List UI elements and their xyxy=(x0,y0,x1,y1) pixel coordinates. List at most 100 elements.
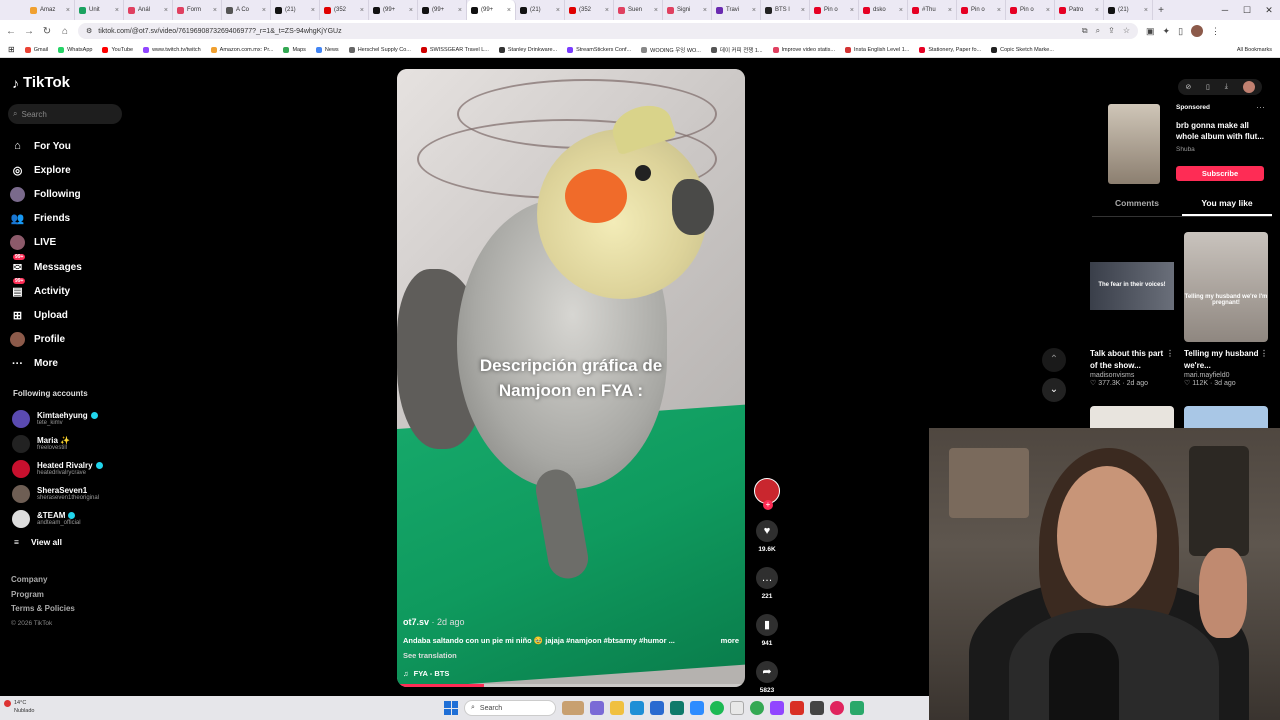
bookmark-item[interactable]: Maps xyxy=(283,46,306,53)
bookmark-item[interactable]: YouTube xyxy=(102,46,133,53)
share-arrow-icon[interactable]: ➦ xyxy=(756,661,778,683)
tab-close-icon[interactable]: × xyxy=(66,7,70,14)
mail-icon[interactable] xyxy=(650,701,664,715)
rec-more-icon[interactable]: ⋮ xyxy=(1166,348,1174,372)
browser-tab[interactable]: #Thu × xyxy=(908,0,957,20)
zoom-icon[interactable]: ⌕ xyxy=(1096,26,1100,36)
tab-close-icon[interactable]: × xyxy=(213,7,217,14)
next-video-button[interactable]: ⌄ xyxy=(1042,378,1066,402)
file-explorer-icon[interactable] xyxy=(610,701,624,715)
back-icon[interactable]: ← xyxy=(6,26,16,37)
following-account[interactable]: &TEAM andteam_official xyxy=(12,506,103,531)
bookmark-icon[interactable]: ▮ xyxy=(756,614,778,636)
tab-close-icon[interactable]: × xyxy=(801,7,805,14)
share-action[interactable]: ➦ 5823 xyxy=(752,661,782,694)
tab-close-icon[interactable]: × xyxy=(311,7,315,14)
sidebar-item-profile[interactable]: Profile xyxy=(10,328,82,352)
tab-close-icon[interactable]: × xyxy=(948,7,952,14)
browser-tab[interactable]: (21) × xyxy=(1104,0,1153,20)
rec-thumbnail-partial[interactable] xyxy=(1184,406,1268,428)
tab-close-icon[interactable]: × xyxy=(752,7,756,14)
bookmark-item[interactable]: www.twitch.tv/twitch xyxy=(143,46,201,53)
tab-close-icon[interactable]: × xyxy=(899,7,903,14)
store-icon[interactable] xyxy=(670,701,684,715)
browser-menu-icon[interactable]: ⋮ xyxy=(1211,26,1220,37)
browser-tab[interactable]: Amaz × xyxy=(26,0,75,20)
bookmark-item[interactable]: 데이 커피 전쟁 1... xyxy=(710,46,763,54)
all-bookmarks[interactable]: All Bookmarks xyxy=(1237,42,1272,57)
tab-close-icon[interactable]: × xyxy=(1095,7,1099,14)
forward-icon[interactable]: → xyxy=(24,26,34,37)
rec-thumbnail-partial[interactable] xyxy=(1090,406,1174,428)
browser-tab[interactable]: (352 × xyxy=(320,0,369,20)
bookmark-item[interactable]: Stationery, Paper fo... xyxy=(919,46,981,53)
bookmark-item[interactable]: Improve video statis... xyxy=(772,46,835,53)
ad-thumbnail[interactable] xyxy=(1108,104,1160,184)
reload-icon[interactable]: ↻ xyxy=(42,26,52,37)
browser-tab[interactable]: Unit × xyxy=(75,0,124,20)
tab-close-icon[interactable]: × xyxy=(556,7,560,14)
tab-close-icon[interactable]: × xyxy=(1046,7,1050,14)
browser-tab[interactable]: A Co × xyxy=(222,0,271,20)
browser-tab[interactable]: (21) × xyxy=(271,0,320,20)
tab-you-may-like[interactable]: You may like xyxy=(1182,198,1272,216)
save-action[interactable]: ▮ 941 xyxy=(752,614,782,647)
bookmark-star-icon[interactable]: ☆ xyxy=(1123,26,1130,36)
rec-author[interactable]: mari.mayfield0 xyxy=(1184,372,1268,379)
app-icon[interactable] xyxy=(830,701,844,715)
sidebar-item-upload[interactable]: ⊞ Upload xyxy=(10,303,82,327)
tab-close-icon[interactable]: × xyxy=(654,7,658,14)
tab-close-icon[interactable]: × xyxy=(850,7,854,14)
recommended-video[interactable]: The fear in their voices! Talk about thi… xyxy=(1090,232,1174,387)
browser-tab[interactable]: (99+ × xyxy=(418,0,467,20)
bookmark-item[interactable]: Insta English Level 1... xyxy=(845,46,909,53)
subscribe-button[interactable]: Subscribe xyxy=(1176,166,1264,181)
tab-close-icon[interactable]: × xyxy=(164,7,168,14)
bookmark-item[interactable]: StreamStickers Conf... xyxy=(567,46,631,53)
device-icon[interactable]: ▯ xyxy=(1206,83,1210,91)
minimize-button[interactable]: ─ xyxy=(1214,0,1236,20)
maximize-button[interactable]: ☐ xyxy=(1236,0,1258,20)
browser-tab[interactable]: Form × xyxy=(173,0,222,20)
bookmark-item[interactable]: Copic Sketch Marke... xyxy=(991,46,1054,53)
view-all-button[interactable]: ≡ View all xyxy=(14,537,62,547)
copilot-icon[interactable] xyxy=(590,701,604,715)
bookmark-item[interactable]: Stanley Drinkware... xyxy=(498,46,557,53)
coins-icon[interactable]: ⊘ xyxy=(1185,83,1191,91)
browser-tab[interactable]: Suen × xyxy=(614,0,663,20)
user-avatar[interactable] xyxy=(1242,81,1255,93)
browser-tab[interactable]: BTS l × xyxy=(761,0,810,20)
browser-tab[interactable]: dsko × xyxy=(859,0,908,20)
spotify-icon[interactable] xyxy=(710,701,724,715)
home-icon[interactable]: ⌂ xyxy=(60,26,70,37)
profile-avatar[interactable] xyxy=(1191,25,1204,37)
download-icon[interactable]: ⤓ xyxy=(1225,83,1228,91)
share-icon[interactable]: ⇪ xyxy=(1108,26,1115,36)
more-button[interactable]: more xyxy=(721,636,739,645)
notepad-icon[interactable] xyxy=(730,701,744,715)
tab-close-icon[interactable]: × xyxy=(703,7,707,14)
rec-author[interactable]: madisonvisms xyxy=(1090,372,1174,379)
sidebar-item-messages[interactable]: ✉ 99+ Messages xyxy=(10,253,82,279)
tab-comments[interactable]: Comments xyxy=(1092,198,1182,216)
edge-icon[interactable] xyxy=(630,701,644,715)
tab-close-icon[interactable]: × xyxy=(360,7,364,14)
ad-more-icon[interactable]: ··· xyxy=(1256,102,1265,112)
browser-tab[interactable]: Pin o × xyxy=(810,0,859,20)
windows-start-icon[interactable] xyxy=(444,701,458,715)
browser-tab[interactable]: (21) × xyxy=(516,0,565,20)
chrome-icon[interactable] xyxy=(750,701,764,715)
browser-tab[interactable]: Anál × xyxy=(124,0,173,20)
browser-tab[interactable]: Travi × xyxy=(712,0,761,20)
rec-more-icon[interactable]: ⋮ xyxy=(1260,348,1268,372)
taskbar-search[interactable]: ⌕ Search xyxy=(464,700,556,716)
video-author[interactable]: ot7.sv · 2d ago xyxy=(403,617,739,627)
tab-close-icon[interactable]: × xyxy=(409,7,413,14)
extension-icon[interactable]: ▣ xyxy=(1146,26,1155,37)
bookmark-item[interactable]: WOOING 우잉 WO... xyxy=(641,46,701,54)
tab-close-icon[interactable]: × xyxy=(997,7,1001,14)
tab-close-icon[interactable]: × xyxy=(507,7,511,14)
comment-action[interactable]: … 221 xyxy=(752,567,782,600)
twitch-app-icon[interactable] xyxy=(770,701,784,715)
bookmark-item[interactable]: WhatsApp xyxy=(58,46,92,53)
